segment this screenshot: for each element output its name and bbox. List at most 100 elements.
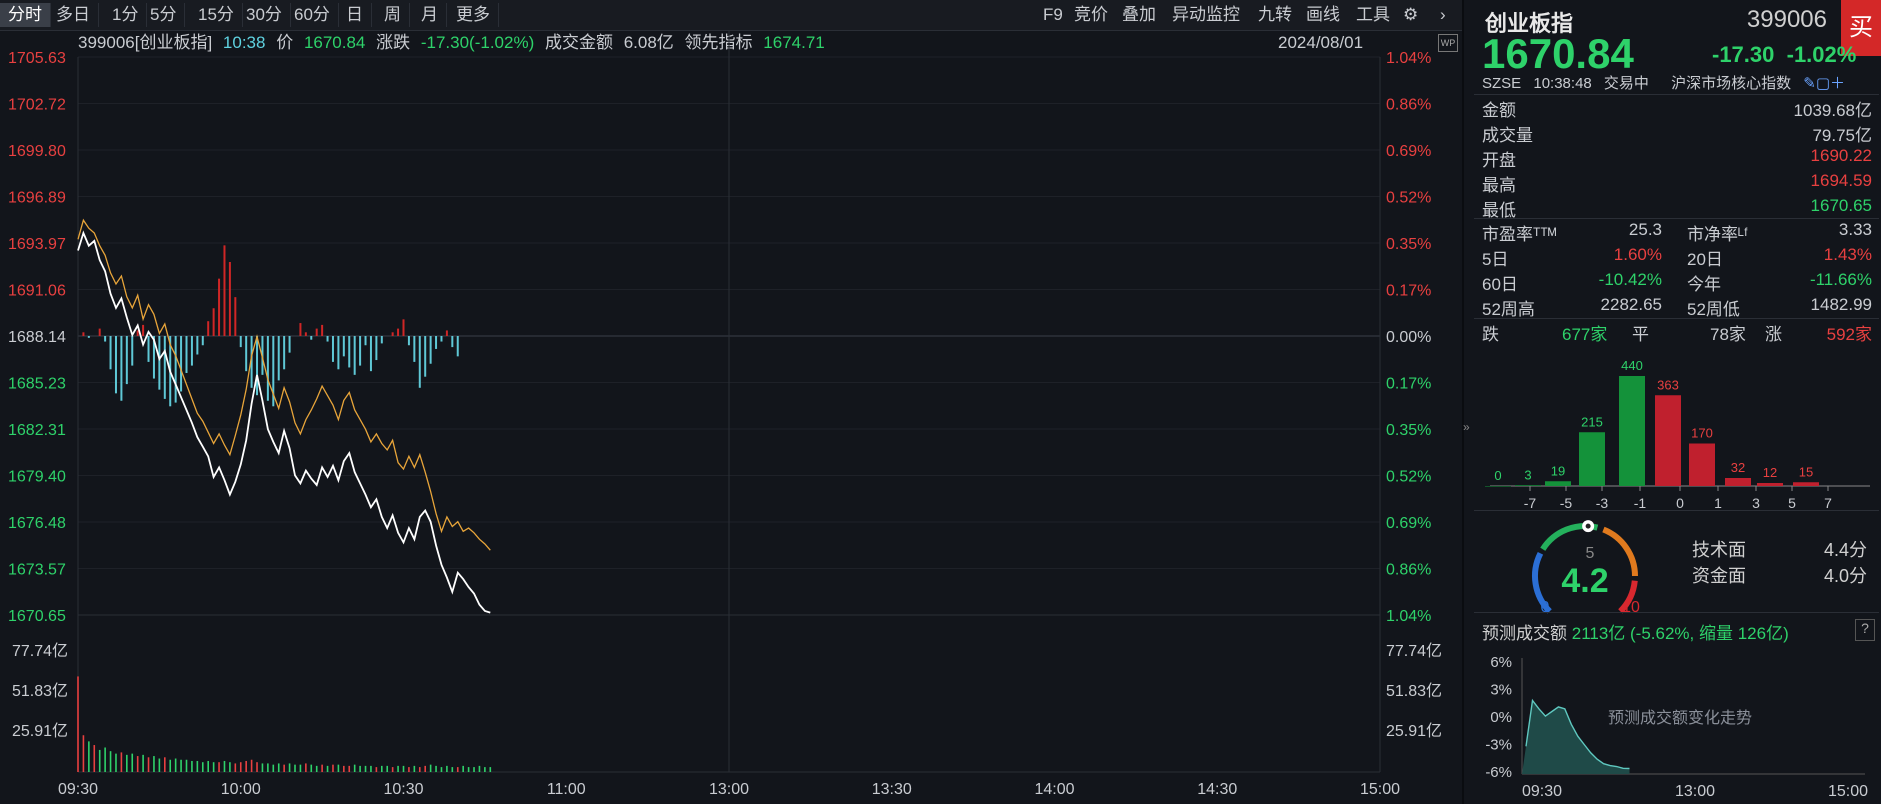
tool-4[interactable]: 九转 [1258, 3, 1292, 27]
tab-7[interactable]: 日 [338, 3, 372, 27]
distribution-count: 0 [1494, 468, 1501, 483]
volume-bar [109, 751, 112, 772]
tool-1[interactable]: 竞价 [1074, 3, 1108, 27]
volume-bar [272, 764, 275, 772]
stat-label: 开盘 [1482, 151, 1516, 170]
panel-divider[interactable] [1462, 0, 1464, 804]
fund-label: 资金面 [1692, 566, 1746, 586]
intraday-chart[interactable]: 1705.63 1702.72 1699.80 1696.89 1693.97 1691.… [0, 30, 1462, 804]
tab-3[interactable]: 5分 [142, 3, 186, 27]
separator [1474, 612, 1879, 613]
pct-tick-label: 0.86% [1386, 97, 1431, 114]
volume-bar [158, 758, 161, 772]
stat-value: 1690.22 [1810, 146, 1872, 165]
volume-bar [402, 765, 405, 772]
tab-4[interactable]: 15分 [190, 3, 243, 27]
pct-tick-label: 0.17% [1386, 283, 1431, 300]
momentum-bar [277, 336, 280, 381]
stat-value: 25.3 [1628, 220, 1662, 239]
tool-0[interactable]: F9 [1043, 3, 1063, 27]
volume-bar [375, 767, 378, 772]
momentum-bar [120, 336, 123, 401]
momentum-bar [212, 308, 215, 336]
pred-time-label: 15:00 [1828, 783, 1868, 800]
momentum-bar [142, 324, 145, 336]
momentum-bar [429, 336, 432, 364]
stat-row: 金额 1039.68亿 [1482, 96, 1872, 121]
distribution-bar [1725, 478, 1751, 486]
distribution-bar [1579, 432, 1605, 486]
gauge-value: 4.2 [1561, 562, 1608, 600]
volume-bar [223, 760, 226, 772]
distribution-tick-label: 3 [1752, 495, 1760, 511]
distribution-count: 3 [1524, 467, 1531, 482]
tool-5[interactable]: 画线 [1306, 3, 1340, 27]
tab-2[interactable]: 1分 [104, 3, 148, 27]
volume-bar [191, 760, 193, 772]
volume-bar [120, 752, 123, 772]
predicted-amount-chart: 6% 3% 0% -3% -6% 预测成交额变化走势 09:30 13:00 15:00 [1485, 654, 1868, 800]
momentum-bar [299, 323, 302, 336]
momentum-bar [413, 336, 416, 362]
quote-panel: 创业板指 399006 买 1670.84 -17.30 -1.02% SZSE… [1470, 0, 1881, 804]
momentum-bar [174, 336, 177, 403]
volume-tick-label: 25.91亿 [1386, 722, 1442, 740]
distribution-bar [1655, 395, 1681, 486]
volume-bar [315, 765, 318, 772]
volume-bar [196, 760, 199, 772]
pct-tick-label: 0.52% [1386, 469, 1431, 486]
volume-bar [484, 767, 486, 772]
volume-bar [397, 765, 399, 772]
tool-2[interactable]: 叠加 [1122, 3, 1156, 27]
tool-3[interactable]: 异动监控 [1172, 3, 1240, 27]
pct-tick-label: 1.04% [1386, 608, 1431, 625]
momentum-bar [326, 336, 329, 342]
momentum-bar [391, 332, 394, 336]
tool-6[interactable]: 工具 [1356, 3, 1390, 27]
distribution-bar [1515, 485, 1541, 486]
tab-5[interactable]: 30分 [238, 3, 291, 27]
exchange: SZSE [1482, 75, 1522, 92]
momentum-bar [196, 336, 199, 355]
settings-icon[interactable]: ⚙ [1403, 3, 1418, 27]
momentum-bar [207, 321, 210, 336]
tab-0[interactable]: 分时 [0, 3, 51, 27]
tab-8[interactable]: 周 [376, 3, 410, 27]
collapse-panel-icon[interactable]: » [1463, 420, 1470, 434]
volume-bar [131, 753, 134, 772]
stat-value: 1670.65 [1810, 196, 1872, 215]
pred-value: 2113亿 (-5.62%, 缩量 126亿) [1571, 624, 1789, 643]
volume-bar [212, 762, 215, 772]
volume-bar [424, 765, 426, 772]
momentum-bar [315, 328, 318, 336]
distribution-tick-label: 1 [1714, 495, 1722, 511]
pct-tick-label: 0.35% [1386, 422, 1431, 439]
tab-6[interactable]: 60分 [286, 3, 339, 27]
volume-bar [408, 767, 410, 772]
price-tick-label: 1670.65 [8, 608, 66, 625]
stat-pair-row: 市盈率ᵀᵀᴹ 25.3 市净率ᴸᶠ 3.33 [1482, 220, 1872, 245]
edit-icon[interactable]: ✎▢＋ [1803, 75, 1845, 92]
momentum-bar [402, 319, 405, 336]
help-icon[interactable]: ? [1855, 619, 1875, 641]
tab-9[interactable]: 月 [413, 3, 447, 27]
volume-bar [169, 759, 172, 772]
chevron-right-icon[interactable]: › [1440, 3, 1446, 27]
volume-bar [147, 757, 150, 772]
tab-10[interactable]: 更多 [448, 3, 499, 27]
volume-bar [321, 764, 323, 772]
pct-tick-label: 0.17% [1386, 376, 1431, 393]
stat-value: 1.60% [1613, 245, 1662, 264]
volume-bar [229, 762, 231, 772]
volume-bar [250, 759, 253, 772]
volume-bar [180, 759, 182, 772]
pred-time-label: 13:00 [1675, 783, 1715, 800]
tech-score: 4.4分 [1823, 540, 1867, 560]
momentum-bar [87, 336, 90, 338]
momentum-bar [109, 336, 112, 370]
pred-tick-label: -6% [1485, 764, 1512, 781]
lead-indicator-line [77, 218, 491, 551]
tab-1[interactable]: 多日 [48, 3, 99, 27]
momentum-bar [98, 328, 101, 336]
volume-bar [218, 762, 220, 772]
